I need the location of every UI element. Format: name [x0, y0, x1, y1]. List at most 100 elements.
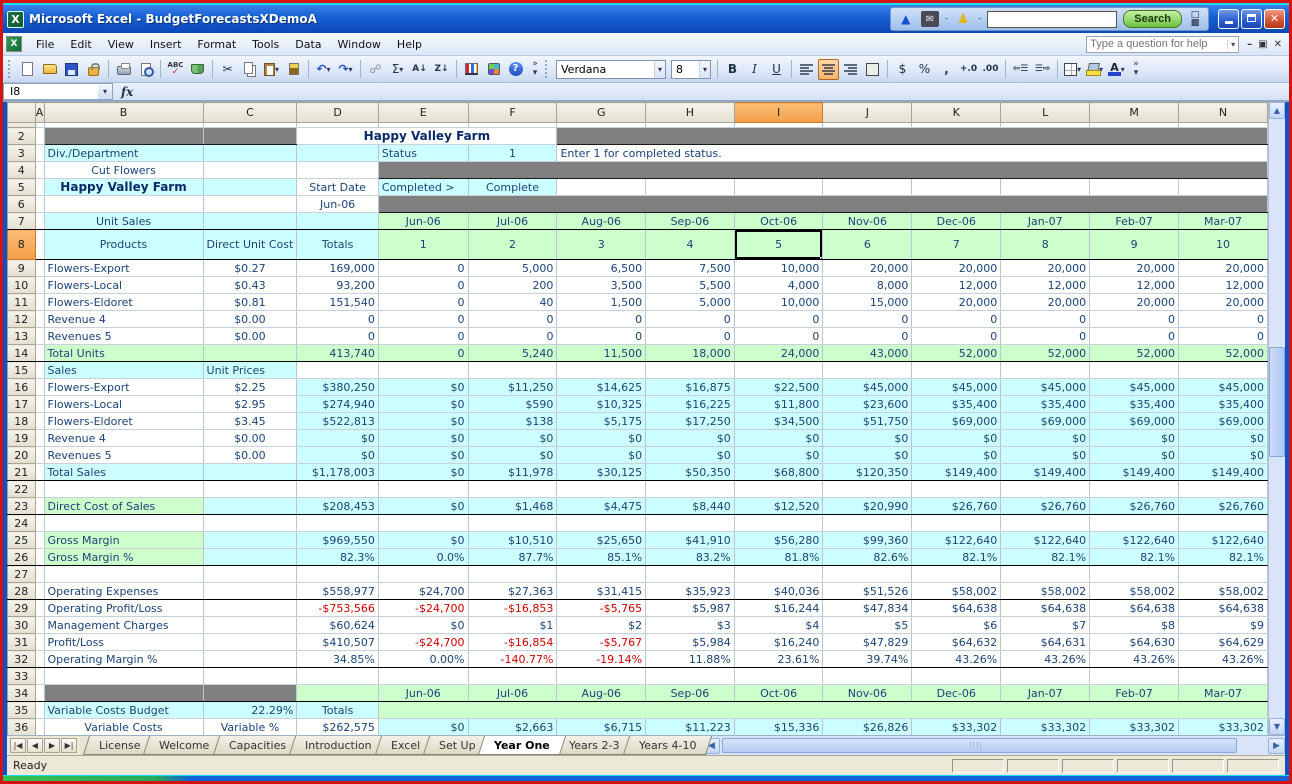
cell-I22[interactable]	[734, 480, 824, 498]
cell-B4[interactable]: Cut Flowers	[44, 161, 204, 179]
cell-N7[interactable]: Mar-07	[1178, 212, 1268, 230]
column-header-E[interactable]: E	[377, 102, 469, 123]
cell-J24[interactable]	[822, 514, 913, 532]
cell-D29[interactable]: -$753,566	[296, 599, 379, 617]
cell-E12[interactable]: 0	[378, 310, 469, 328]
row-header-21[interactable]: 21	[7, 463, 36, 481]
vertical-scroll-thumb[interactable]	[1269, 346, 1285, 457]
cell-C9[interactable]: $0.27	[203, 259, 298, 277]
row-header-8[interactable]: 8	[7, 229, 36, 260]
cell-B36[interactable]: Variable Costs	[44, 718, 204, 735]
cell-N16[interactable]: $45,000	[1178, 378, 1268, 396]
cell-B10[interactable]: Flowers-Local	[44, 276, 204, 294]
cell-D14[interactable]: 413,740	[296, 344, 379, 362]
cell-H34[interactable]: Sep-06	[645, 684, 735, 702]
cell-A11[interactable]	[35, 293, 45, 311]
cell-C13[interactable]: $0.00	[203, 327, 298, 345]
horizontal-scroll-thumb[interactable]	[722, 737, 1238, 753]
cell-E23[interactable]: $0	[378, 497, 469, 515]
column-header-N[interactable]: N	[1178, 102, 1268, 123]
cell-F18[interactable]: $138	[468, 412, 558, 430]
cell-I27[interactable]	[734, 565, 824, 583]
cell-D6[interactable]: Jun-06	[296, 195, 379, 213]
cell-G22[interactable]	[556, 480, 647, 498]
cell-B21[interactable]: Total Sales	[44, 463, 204, 481]
cell-D16[interactable]: $380,250	[296, 378, 379, 396]
bold-button[interactable]: B	[722, 59, 743, 80]
chart-wizard-button[interactable]	[461, 59, 482, 80]
cell-J8[interactable]: 6	[822, 229, 913, 260]
cell-H17[interactable]: $16,225	[645, 395, 735, 413]
cell-F17[interactable]: $590	[468, 395, 558, 413]
cell-L31[interactable]: $64,631	[1000, 633, 1091, 651]
cell-A26[interactable]	[35, 548, 45, 566]
row-header-15[interactable]: 15	[7, 361, 36, 379]
cell-K11[interactable]: 20,000	[911, 293, 1002, 311]
aol-pyramid-icon[interactable]: ▲	[897, 11, 915, 27]
cell-E22[interactable]	[378, 480, 469, 498]
cell-K5[interactable]	[911, 178, 1002, 196]
cell-M28[interactable]: $58,002	[1089, 582, 1180, 600]
cell-D28[interactable]: $558,977	[296, 582, 379, 600]
last-sheet-icon[interactable]: ▶|	[61, 738, 77, 753]
cell-F7[interactable]: Jul-06	[468, 212, 558, 230]
cell-B24[interactable]	[44, 514, 204, 532]
row-header-6[interactable]: 6	[7, 195, 36, 213]
cell-I14[interactable]: 24,000	[734, 344, 824, 362]
cell-B9[interactable]: Flowers-Export	[44, 259, 204, 277]
cell-E24[interactable]	[378, 514, 469, 532]
cell-B17[interactable]: Flowers-Local	[44, 395, 204, 413]
align-left-button[interactable]	[796, 59, 817, 80]
cell-D18[interactable]: $522,813	[296, 412, 379, 430]
cell-J12[interactable]: 0	[822, 310, 913, 328]
cell-A4[interactable]	[35, 161, 45, 179]
cell-I15[interactable]	[734, 361, 824, 379]
cell-J17[interactable]: $23,600	[822, 395, 913, 413]
cell-H10[interactable]: 5,500	[645, 276, 735, 294]
cell-N36[interactable]: $33,302	[1178, 718, 1268, 735]
cell-G13[interactable]: 0	[556, 327, 647, 345]
cell-M19[interactable]: $0	[1089, 429, 1180, 447]
cell-E34[interactable]: Jun-06	[378, 684, 469, 702]
cell-B6[interactable]	[44, 195, 204, 213]
redo-button[interactable]: ↷ ▾	[335, 59, 356, 80]
row-header-27[interactable]: 27	[7, 565, 36, 583]
column-header-I[interactable]: I	[733, 102, 824, 123]
cell-I18[interactable]: $34,500	[734, 412, 824, 430]
cell-L12[interactable]: 0	[1000, 310, 1091, 328]
open-button[interactable]	[39, 59, 60, 80]
cell-K18[interactable]: $69,000	[911, 412, 1002, 430]
cell-I30[interactable]: $4	[734, 616, 824, 634]
column-header-F[interactable]: F	[467, 102, 558, 123]
cell-H14[interactable]: 18,000	[645, 344, 735, 362]
column-header-L[interactable]: L	[1000, 102, 1091, 123]
cell-N5[interactable]	[1178, 178, 1268, 196]
cell-G9[interactable]: 6,500	[556, 259, 647, 277]
cell-B31[interactable]: Profit/Loss	[44, 633, 204, 651]
row-header-3[interactable]: 3	[7, 144, 36, 162]
cell-K17[interactable]: $35,400	[911, 395, 1002, 413]
cell-K16[interactable]: $45,000	[911, 378, 1002, 396]
cell-J7[interactable]: Nov-06	[822, 212, 913, 230]
cell-K26[interactable]: 82.1%	[911, 548, 1002, 566]
cell-N11[interactable]: 20,000	[1178, 293, 1268, 311]
cell-D21[interactable]: $1,178,003	[296, 463, 379, 481]
cell-J18[interactable]: $51,750	[822, 412, 913, 430]
cell-I25[interactable]: $56,280	[734, 531, 824, 549]
fill-color-button[interactable]: ▾	[1084, 59, 1105, 80]
cell-C6[interactable]	[203, 195, 298, 213]
cell-A16[interactable]	[35, 378, 45, 396]
column-header-H[interactable]: H	[645, 102, 735, 123]
cell-B22[interactable]	[44, 480, 204, 498]
cell-I26[interactable]: 81.8%	[734, 548, 824, 566]
percent-button[interactable]: %	[914, 59, 935, 80]
cell-A7[interactable]	[35, 212, 45, 230]
cell-D10[interactable]: 93,200	[296, 276, 379, 294]
cell-N15[interactable]	[1178, 361, 1268, 379]
cell-F13[interactable]: 0	[468, 327, 558, 345]
cell-J11[interactable]: 15,000	[822, 293, 913, 311]
cell-B35[interactable]: Variable Costs Budget	[44, 701, 204, 719]
toolbar-grip[interactable]	[545, 60, 550, 78]
cell-E33[interactable]	[378, 667, 469, 685]
scroll-up-icon[interactable]: ▲	[1269, 102, 1285, 119]
